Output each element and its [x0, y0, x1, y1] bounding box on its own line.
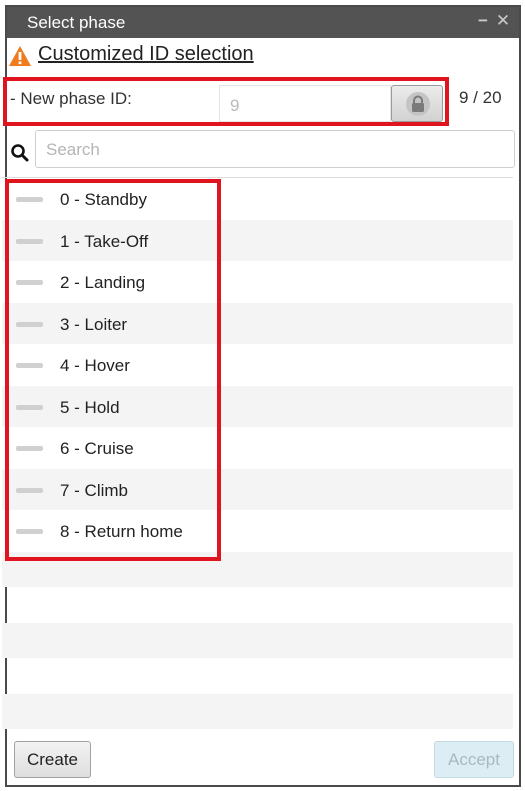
drag-handle-icon[interactable] — [16, 363, 43, 368]
phase-label: 4 - Hover — [60, 356, 130, 375]
search-input[interactable] — [35, 130, 515, 168]
list-item[interactable]: 8 - Return home — [2, 510, 513, 552]
drag-handle-icon[interactable] — [16, 280, 43, 285]
empty-row — [2, 693, 513, 729]
drag-handle-icon[interactable] — [16, 487, 43, 493]
drag-handle-icon[interactable] — [16, 321, 43, 327]
drag-handle-icon[interactable] — [16, 197, 43, 202]
phase-label: 6 - Cruise — [60, 439, 134, 458]
lock-icon — [412, 95, 424, 112]
list-item[interactable]: 7 - Climb — [2, 468, 513, 510]
phase-list: 0 - Standby 1 - Take-Off 2 - Landing 3 -… — [2, 177, 513, 733]
drag-handle-icon[interactable] — [16, 446, 43, 451]
list-item[interactable]: 1 - Take-Off — [2, 219, 513, 261]
list-item[interactable]: 5 - Hold — [2, 385, 513, 427]
new-phase-id-label: - New phase ID: — [10, 89, 132, 108]
minimize-icon[interactable]: − — [475, 12, 491, 30]
empty-row — [2, 551, 513, 587]
phase-label: 5 - Hold — [60, 397, 120, 417]
warning-triangle-icon — [9, 46, 31, 66]
title-bar[interactable]: Select phase − ✕ — [7, 7, 519, 38]
list-item[interactable]: 2 - Landing — [2, 261, 513, 303]
list-item[interactable]: 0 - Standby — [2, 178, 513, 220]
customized-id-selection-link[interactable]: Customized ID selection — [38, 43, 254, 66]
phase-label: 1 - Take-Off — [60, 231, 149, 251]
empty-row — [2, 622, 513, 658]
drag-handle-icon[interactable] — [16, 238, 43, 244]
phase-label: 7 - Climb — [60, 480, 129, 500]
dialog-title: Select phase — [27, 13, 126, 32]
drag-handle-icon[interactable] — [16, 404, 43, 410]
phase-counter: 9 / 20 — [459, 88, 502, 107]
lock-button[interactable] — [391, 85, 443, 122]
empty-row — [2, 658, 513, 694]
drag-handle-icon[interactable] — [16, 529, 43, 534]
phase-label: 2 - Landing — [60, 273, 146, 292]
search-icon — [10, 143, 30, 168]
list-item[interactable]: 4 - Hover — [2, 344, 513, 386]
close-icon[interactable]: ✕ — [495, 12, 511, 30]
empty-row — [2, 587, 513, 623]
new-phase-id-input[interactable] — [219, 85, 391, 122]
phase-label: 3 - Loiter — [60, 314, 128, 334]
phase-label: 0 - Standby — [60, 190, 147, 209]
accept-button[interactable]: Accept — [434, 741, 514, 778]
list-item[interactable]: 3 - Loiter — [2, 302, 513, 344]
phase-label: 8 - Return home — [60, 522, 183, 541]
list-item[interactable]: 6 - Cruise — [2, 427, 513, 469]
create-button[interactable]: Create — [14, 741, 91, 778]
